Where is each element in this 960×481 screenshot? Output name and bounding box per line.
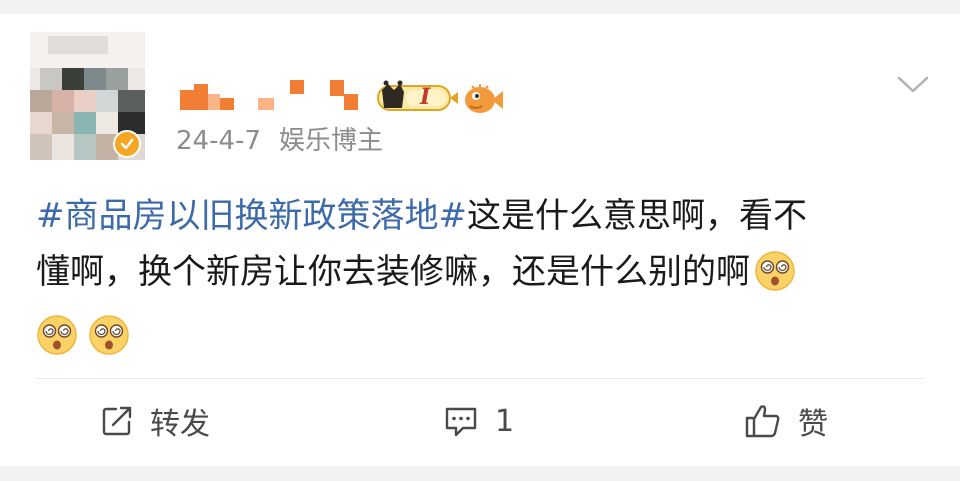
dizzy-face-emoji <box>88 314 130 356</box>
level-badge-icon[interactable]: I <box>376 80 460 114</box>
fish-badge-icon[interactable] <box>462 80 504 118</box>
repost-label: 转发 <box>150 407 210 442</box>
divider <box>36 378 924 379</box>
like-button[interactable]: 赞 <box>744 399 828 443</box>
repost-button[interactable]: 转发 <box>100 399 210 443</box>
username-blurred[interactable] <box>180 72 370 112</box>
dizzy-face-emoji <box>754 250 796 292</box>
comment-count: 1 <box>495 403 515 439</box>
post-date: 24-4-7 <box>176 126 261 156</box>
dizzy-face-emoji <box>36 314 78 356</box>
post-text: #商品房以旧换新政策落地#这是什么意思啊，看不 懂啊，换个新房让你去装修嘛，还是… <box>36 188 916 364</box>
post-text-line2: 懂啊，换个新房让你去装修嘛，还是什么别的啊 <box>36 252 750 292</box>
emoji-row <box>36 308 916 364</box>
hashtag-link[interactable]: #商品房以旧换新政策落地# <box>36 196 467 236</box>
level-number: I <box>420 84 431 110</box>
post-meta: 24-4-7 娱乐博主 <box>176 120 383 157</box>
repost-icon <box>102 406 132 436</box>
post-source[interactable]: 娱乐博主 <box>279 126 383 156</box>
like-label: 赞 <box>798 407 828 442</box>
thumbs-up-icon <box>745 405 780 438</box>
comment-button[interactable]: 1 <box>443 399 514 443</box>
weibo-post-card: I 24-4-7 娱乐博主 #商品房以旧换新政策落地#这是什么意思啊，看不 懂啊，… <box>0 14 960 466</box>
verified-check-icon <box>113 130 141 158</box>
chevron-down-icon[interactable] <box>896 74 930 96</box>
post-text-line1: 这是什么意思啊，看不 <box>466 196 807 236</box>
comment-icon <box>445 407 477 437</box>
